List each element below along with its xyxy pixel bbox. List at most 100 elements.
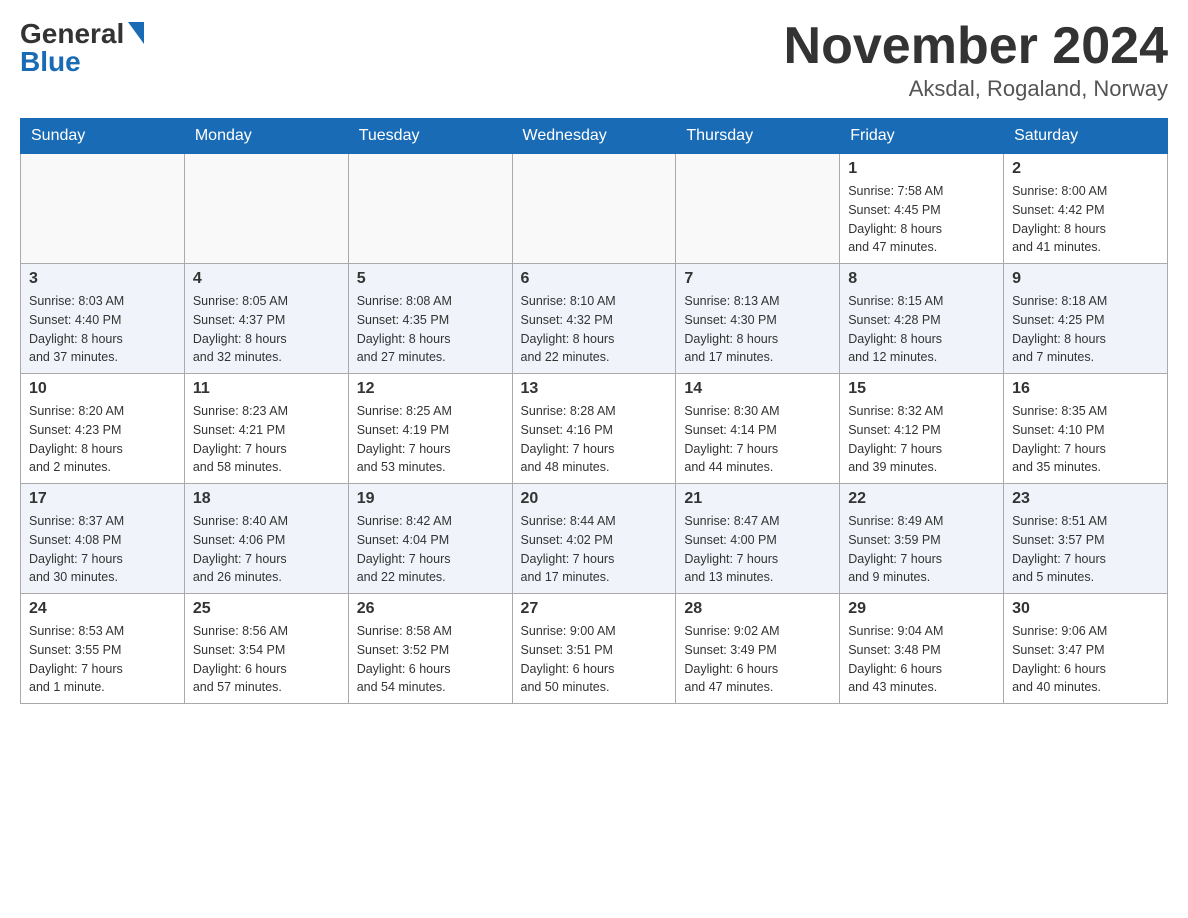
calendar-week-row: 24 Sunrise: 8:53 AM Sunset: 3:55 PM Dayli…: [21, 594, 1168, 704]
day-number: 26: [357, 600, 504, 618]
day-number: 1: [848, 160, 995, 178]
calendar-cell: 30Sunrise: 9:06 AM Sunset: 3:47 PM Dayli…: [1004, 594, 1168, 704]
logo-general-text: General: [20, 20, 124, 48]
calendar-cell: 15 Sunrise: 8:32 AM Sunset: 4:12 PM Dayli…: [840, 374, 1004, 484]
day-info: Sunrise: 8:28 AM Sunset: 4:16 PM Dayligh…: [521, 402, 668, 477]
calendar-cell: [348, 154, 512, 264]
calendar-week-row: 3 Sunrise: 8:03 AM Sunset: 4:40 PM Daylig…: [21, 264, 1168, 374]
logo: General Blue: [20, 20, 144, 76]
day-info: Sunrise: 8:18 AM Sunset: 4:25 PM Dayligh…: [1012, 292, 1159, 367]
day-number: 21: [684, 490, 831, 508]
calendar-cell: 9 Sunrise: 8:18 AM Sunset: 4:25 PM Daylig…: [1004, 264, 1168, 374]
calendar-cell: 25 Sunrise: 8:56 AM Sunset: 3:54 PM Dayli…: [184, 594, 348, 704]
column-header-tuesday: Tuesday: [348, 119, 512, 154]
calendar-cell: 3 Sunrise: 8:03 AM Sunset: 4:40 PM Daylig…: [21, 264, 185, 374]
calendar-cell: 23 Sunrise: 8:51 AM Sunset: 3:57 PM Dayli…: [1004, 484, 1168, 594]
day-number: 23: [1012, 490, 1159, 508]
calendar-cell: 27 Sunrise: 9:00 AM Sunset: 3:51 PM Dayli…: [512, 594, 676, 704]
day-info: Sunrise: 9:04 AM Sunset: 3:48 PM Dayligh…: [848, 622, 995, 697]
calendar-cell: 4 Sunrise: 8:05 AM Sunset: 4:37 PM Daylig…: [184, 264, 348, 374]
calendar-cell: [512, 154, 676, 264]
logo-triangle-icon: [128, 22, 144, 44]
month-title: November 2024: [784, 20, 1168, 72]
day-info: Sunrise: 8:05 AM Sunset: 4:37 PM Dayligh…: [193, 292, 340, 367]
calendar-week-row: 17Sunrise: 8:37 AM Sunset: 4:08 PM Dayli…: [21, 484, 1168, 594]
calendar-cell: 28 Sunrise: 9:02 AM Sunset: 3:49 PM Dayli…: [676, 594, 840, 704]
day-number: 25: [193, 600, 340, 618]
calendar-cell: 17Sunrise: 8:37 AM Sunset: 4:08 PM Dayli…: [21, 484, 185, 594]
day-number: 28: [684, 600, 831, 618]
calendar-cell: 8Sunrise: 8:15 AM Sunset: 4:28 PM Daylig…: [840, 264, 1004, 374]
calendar-cell: 14Sunrise: 8:30 AM Sunset: 4:14 PM Dayli…: [676, 374, 840, 484]
day-info: Sunrise: 9:00 AM Sunset: 3:51 PM Dayligh…: [521, 622, 668, 697]
day-number: 2: [1012, 160, 1159, 178]
day-number: 14: [684, 380, 831, 398]
logo-blue-text: Blue: [20, 48, 81, 76]
day-number: 12: [357, 380, 504, 398]
day-info: Sunrise: 8:25 AM Sunset: 4:19 PM Dayligh…: [357, 402, 504, 477]
day-number: 16: [1012, 380, 1159, 398]
day-info: Sunrise: 8:37 AM Sunset: 4:08 PM Dayligh…: [29, 512, 176, 587]
day-info: Sunrise: 9:02 AM Sunset: 3:49 PM Dayligh…: [684, 622, 831, 697]
day-info: Sunrise: 8:56 AM Sunset: 3:54 PM Dayligh…: [193, 622, 340, 697]
day-number: 20: [521, 490, 668, 508]
day-number: 10: [29, 380, 176, 398]
day-info: Sunrise: 8:20 AM Sunset: 4:23 PM Dayligh…: [29, 402, 176, 477]
day-info: Sunrise: 8:10 AM Sunset: 4:32 PM Dayligh…: [521, 292, 668, 367]
day-info: Sunrise: 8:49 AM Sunset: 3:59 PM Dayligh…: [848, 512, 995, 587]
day-number: 19: [357, 490, 504, 508]
calendar-cell: 22 Sunrise: 8:49 AM Sunset: 3:59 PM Dayli…: [840, 484, 1004, 594]
calendar-cell: [21, 154, 185, 264]
day-number: 24: [29, 600, 176, 618]
day-number: 22: [848, 490, 995, 508]
day-info: Sunrise: 8:13 AM Sunset: 4:30 PM Dayligh…: [684, 292, 831, 367]
title-block: November 2024 Aksdal, Rogaland, Norway: [784, 20, 1168, 102]
day-info: Sunrise: 8:51 AM Sunset: 3:57 PM Dayligh…: [1012, 512, 1159, 587]
day-number: 30: [1012, 600, 1159, 618]
day-number: 3: [29, 270, 176, 288]
column-header-wednesday: Wednesday: [512, 119, 676, 154]
day-info: Sunrise: 7:58 AM Sunset: 4:45 PM Dayligh…: [848, 182, 995, 257]
calendar-cell: 18 Sunrise: 8:40 AM Sunset: 4:06 PM Dayli…: [184, 484, 348, 594]
calendar-header-row: SundayMondayTuesdayWednesdayThursdayFrid…: [21, 119, 1168, 154]
calendar-cell: 11Sunrise: 8:23 AM Sunset: 4:21 PM Dayli…: [184, 374, 348, 484]
calendar-cell: 1 Sunrise: 7:58 AM Sunset: 4:45 PM Daylig…: [840, 154, 1004, 264]
day-number: 5: [357, 270, 504, 288]
calendar-cell: 24 Sunrise: 8:53 AM Sunset: 3:55 PM Dayli…: [21, 594, 185, 704]
day-info: Sunrise: 8:15 AM Sunset: 4:28 PM Dayligh…: [848, 292, 995, 367]
day-number: 13: [521, 380, 668, 398]
calendar-cell: 16 Sunrise: 8:35 AM Sunset: 4:10 PM Dayli…: [1004, 374, 1168, 484]
column-header-monday: Monday: [184, 119, 348, 154]
day-info: Sunrise: 8:03 AM Sunset: 4:40 PM Dayligh…: [29, 292, 176, 367]
day-info: Sunrise: 8:58 AM Sunset: 3:52 PM Dayligh…: [357, 622, 504, 697]
day-number: 15: [848, 380, 995, 398]
day-info: Sunrise: 8:35 AM Sunset: 4:10 PM Dayligh…: [1012, 402, 1159, 477]
day-number: 18: [193, 490, 340, 508]
calendar-cell: 26 Sunrise: 8:58 AM Sunset: 3:52 PM Dayli…: [348, 594, 512, 704]
calendar-week-row: 10 Sunrise: 8:20 AM Sunset: 4:23 PM Dayli…: [21, 374, 1168, 484]
day-info: Sunrise: 8:53 AM Sunset: 3:55 PM Dayligh…: [29, 622, 176, 697]
day-info: Sunrise: 8:08 AM Sunset: 4:35 PM Dayligh…: [357, 292, 504, 367]
calendar-cell: [676, 154, 840, 264]
column-header-saturday: Saturday: [1004, 119, 1168, 154]
day-info: Sunrise: 8:40 AM Sunset: 4:06 PM Dayligh…: [193, 512, 340, 587]
location-title: Aksdal, Rogaland, Norway: [784, 76, 1168, 102]
column-header-sunday: Sunday: [21, 119, 185, 154]
day-info: Sunrise: 8:47 AM Sunset: 4:00 PM Dayligh…: [684, 512, 831, 587]
calendar-cell: 5 Sunrise: 8:08 AM Sunset: 4:35 PM Daylig…: [348, 264, 512, 374]
day-number: 9: [1012, 270, 1159, 288]
column-header-thursday: Thursday: [676, 119, 840, 154]
day-number: 29: [848, 600, 995, 618]
calendar-cell: 2Sunrise: 8:00 AM Sunset: 4:42 PM Daylig…: [1004, 154, 1168, 264]
day-info: Sunrise: 8:42 AM Sunset: 4:04 PM Dayligh…: [357, 512, 504, 587]
day-number: 27: [521, 600, 668, 618]
day-number: 11: [193, 380, 340, 398]
day-number: 4: [193, 270, 340, 288]
calendar-cell: 10 Sunrise: 8:20 AM Sunset: 4:23 PM Dayli…: [21, 374, 185, 484]
calendar-cell: 21 Sunrise: 8:47 AM Sunset: 4:00 PM Dayli…: [676, 484, 840, 594]
day-info: Sunrise: 8:32 AM Sunset: 4:12 PM Dayligh…: [848, 402, 995, 477]
calendar-cell: 12 Sunrise: 8:25 AM Sunset: 4:19 PM Dayli…: [348, 374, 512, 484]
calendar-cell: 29 Sunrise: 9:04 AM Sunset: 3:48 PM Dayli…: [840, 594, 1004, 704]
page-header: General Blue November 2024 Aksdal, Rogal…: [20, 20, 1168, 102]
calendar-table: SundayMondayTuesdayWednesdayThursdayFrid…: [20, 118, 1168, 704]
